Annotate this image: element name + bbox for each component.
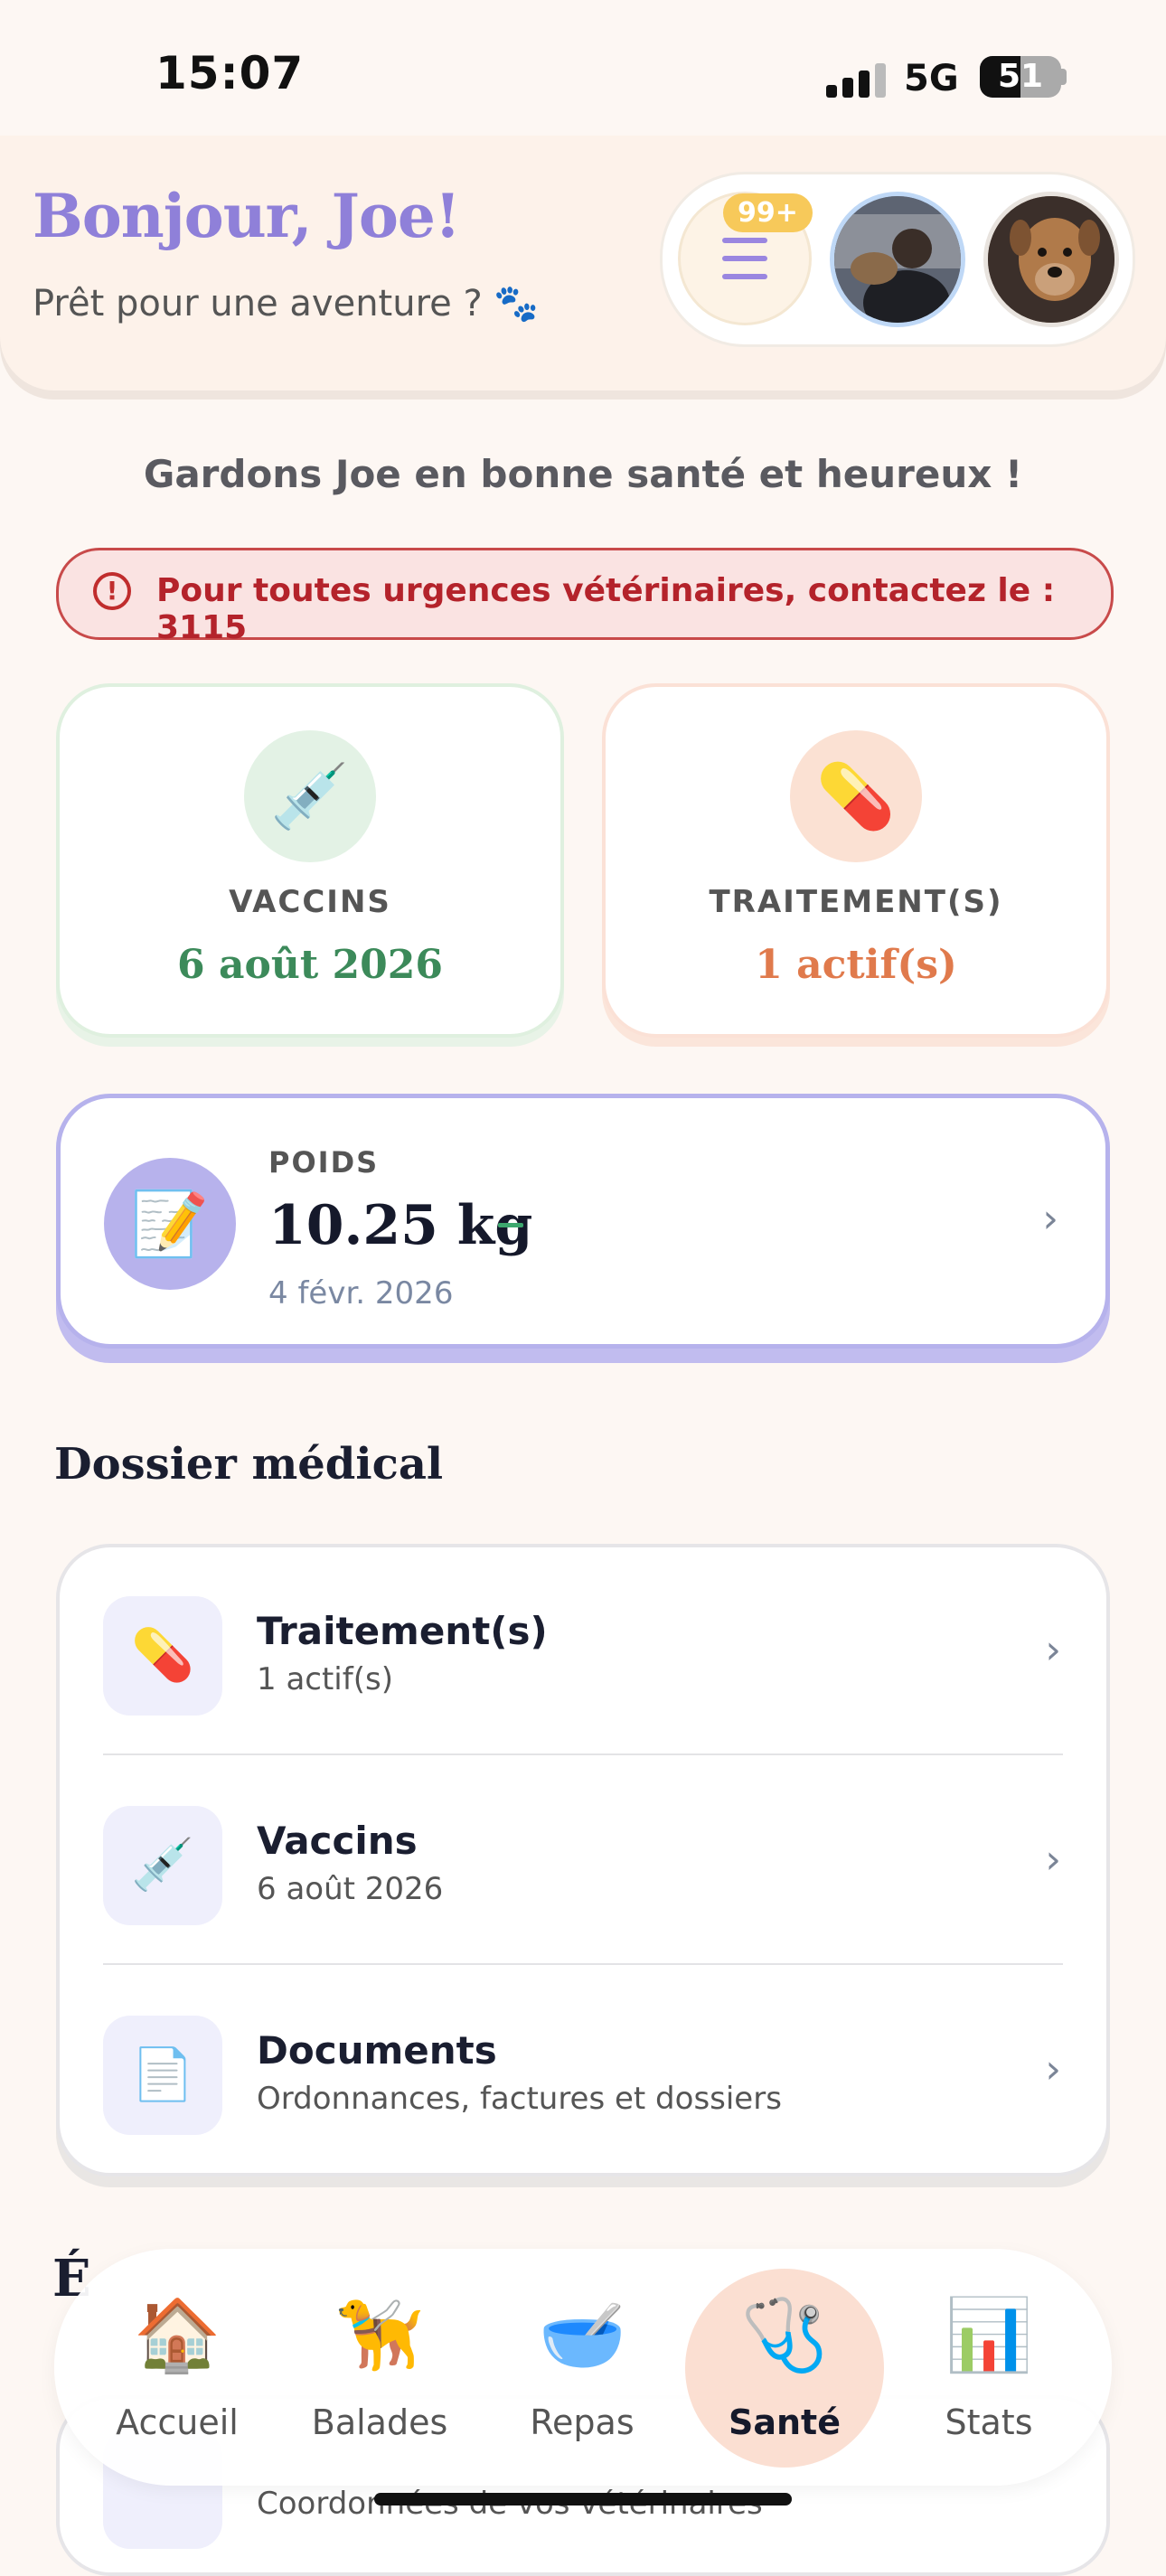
tab-balades[interactable]: 🦮 Balades (280, 2249, 479, 2486)
user-avatar-image (834, 196, 961, 323)
dossier-row-documents[interactable]: 📄 Documents Ordonnances, factures et dos… (60, 1967, 1106, 2175)
battery-icon: 51 (980, 56, 1061, 98)
document-icon: 📄 (103, 2016, 222, 2135)
battery-tip (1061, 69, 1067, 85)
row-divider (103, 1753, 1063, 1755)
traitements-value: 1 actif(s) (755, 942, 957, 988)
pill-icon: 💊 (790, 730, 922, 862)
row-title: Documents (257, 2028, 497, 2073)
signal-icon (826, 63, 886, 98)
chart-icon: 📊 (945, 2295, 1033, 2376)
syringe-icon: 💉 (103, 1806, 222, 1925)
poids-date: 4 févr. 2026 (268, 1275, 454, 1312)
traitements-label: TRAITEMENT(S) (709, 884, 1003, 920)
notification-badge: 99+ (723, 193, 813, 232)
poids-label: POIDS (268, 1145, 380, 1180)
dossier-title: Dossier médical (54, 1439, 444, 1490)
network-type: 5G (904, 58, 959, 99)
row-title: Vaccins (257, 1819, 418, 1863)
tab-stats[interactable]: 📊 Stats (889, 2249, 1088, 2486)
tab-label: Santé (728, 2402, 841, 2442)
row-subtitle: 6 août 2026 (257, 1871, 444, 1907)
pet-avatar-image (988, 196, 1114, 323)
greeting-subtitle: Prêt pour une aventure ? 🐾 (33, 283, 540, 324)
traitements-summary-card[interactable]: 💊 TRAITEMENT(S) 1 actif(s) (602, 683, 1110, 1038)
alert-icon: ! (93, 572, 131, 610)
tab-accueil[interactable]: 🏠 Accueil (78, 2249, 277, 2486)
row-title: Traitement(s) (257, 1609, 548, 1653)
pill-icon: 💊 (103, 1596, 222, 1716)
dossier-row-traitements[interactable]: 💊 Traitement(s) 1 actif(s) › (60, 1547, 1106, 1755)
user-avatar[interactable] (830, 192, 965, 327)
chevron-right-icon: › (1045, 1627, 1061, 1673)
trend-stable-icon (498, 1223, 523, 1227)
memo-icon: 📝 (104, 1158, 236, 1290)
row-subtitle: Ordonnances, factures et dossiers (257, 2081, 782, 2117)
row-divider (103, 1963, 1063, 1965)
dossier-row-vaccins[interactable]: 💉 Vaccins 6 août 2026 › (60, 1757, 1106, 1965)
vet-clipboard-icon: 🩺 (740, 2295, 829, 2376)
home-indicator[interactable] (374, 2493, 792, 2505)
pet-avatar[interactable] (983, 192, 1119, 327)
tab-label: Accueil (116, 2402, 239, 2442)
chevron-right-icon: › (1045, 1837, 1061, 1883)
alert-text: Pour toutes urgences vétérinaires, conta… (156, 572, 1056, 646)
status-time: 15:07 (155, 47, 305, 99)
vaccins-value: 6 août 2026 (177, 942, 443, 988)
greeting-title: Bonjour, Joe! (33, 181, 461, 251)
poids-card[interactable]: 📝 POIDS 10.25 kg 4 févr. 2026 › (56, 1094, 1110, 1349)
vaccins-label: VACCINS (229, 884, 391, 920)
dossier-card: 💊 Traitement(s) 1 actif(s) › 💉 Vaccins 6… (56, 1544, 1110, 2176)
tab-repas[interactable]: 🥣 Repas (483, 2249, 682, 2486)
tab-label: Stats (945, 2402, 1033, 2442)
row-subtitle: 1 actif(s) (257, 1661, 393, 1697)
vaccins-summary-card[interactable]: 💉 VACCINS 6 août 2026 (56, 683, 564, 1038)
health-motto: Gardons Joe en bonne santé et heureux ! (143, 452, 1023, 496)
chevron-right-icon: › (1042, 1196, 1058, 1242)
syringe-icon: 💉 (244, 730, 376, 862)
battery-level: 51 (997, 58, 1044, 95)
food-bowl-icon: 🥣 (538, 2295, 626, 2376)
tab-sante[interactable]: 🩺 Santé (685, 2249, 884, 2486)
tab-bar: 🏠 Accueil 🦮 Balades 🥣 Repas 🩺 Santé 📊 St… (54, 2249, 1112, 2486)
poids-value: 10.25 kg (268, 1194, 533, 1257)
tab-label: Repas (530, 2402, 635, 2442)
house-icon: 🏠 (133, 2295, 221, 2376)
leash-icon: 🦮 (335, 2295, 424, 2376)
chevron-right-icon: › (1045, 2046, 1061, 2092)
tab-label: Balades (311, 2402, 448, 2442)
emergency-alert[interactable]: ! Pour toutes urgences vétérinaires, con… (56, 548, 1114, 646)
